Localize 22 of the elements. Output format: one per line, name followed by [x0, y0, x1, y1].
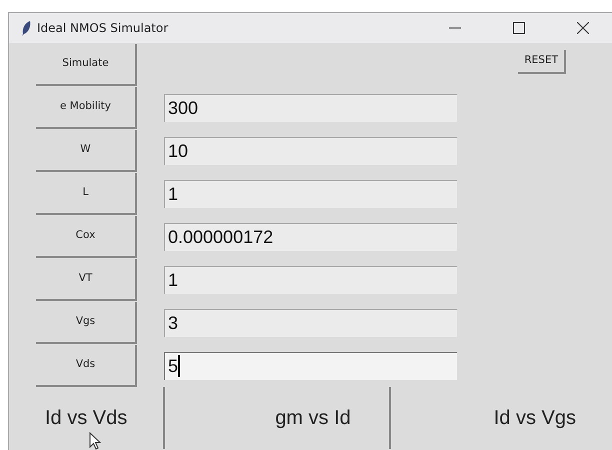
- reset-button[interactable]: RESET: [518, 50, 566, 74]
- input-field[interactable]: 3: [164, 308, 457, 336]
- parameter-button[interactable]: W: [36, 130, 137, 172]
- close-icon[interactable]: [577, 22, 589, 34]
- minimize-icon[interactable]: [449, 27, 461, 29]
- cursor-icon: [89, 432, 101, 450]
- parameter-button[interactable]: Vgs: [36, 302, 137, 344]
- simulate-button[interactable]: Simulate: [36, 44, 137, 86]
- maximize-icon[interactable]: [513, 22, 525, 34]
- window-title: Ideal NMOS Simulator: [37, 20, 168, 37]
- parameter-button[interactable]: Cox: [36, 216, 137, 258]
- parameter-button[interactable]: Vds: [36, 344, 137, 386]
- input-field[interactable]: 1: [164, 266, 457, 294]
- input-field[interactable]: 1: [164, 180, 457, 208]
- feather-icon: [21, 20, 31, 36]
- input-field[interactable]: 10: [164, 136, 457, 164]
- input-field[interactable]: 300: [164, 94, 457, 122]
- parameter-button[interactable]: L: [36, 172, 137, 214]
- parameter-button[interactable]: VT: [36, 258, 137, 300]
- input-field[interactable]: 0.000000172: [164, 222, 457, 250]
- parameter-button[interactable]: e Mobility: [36, 86, 137, 128]
- input-field[interactable]: 5: [164, 352, 457, 380]
